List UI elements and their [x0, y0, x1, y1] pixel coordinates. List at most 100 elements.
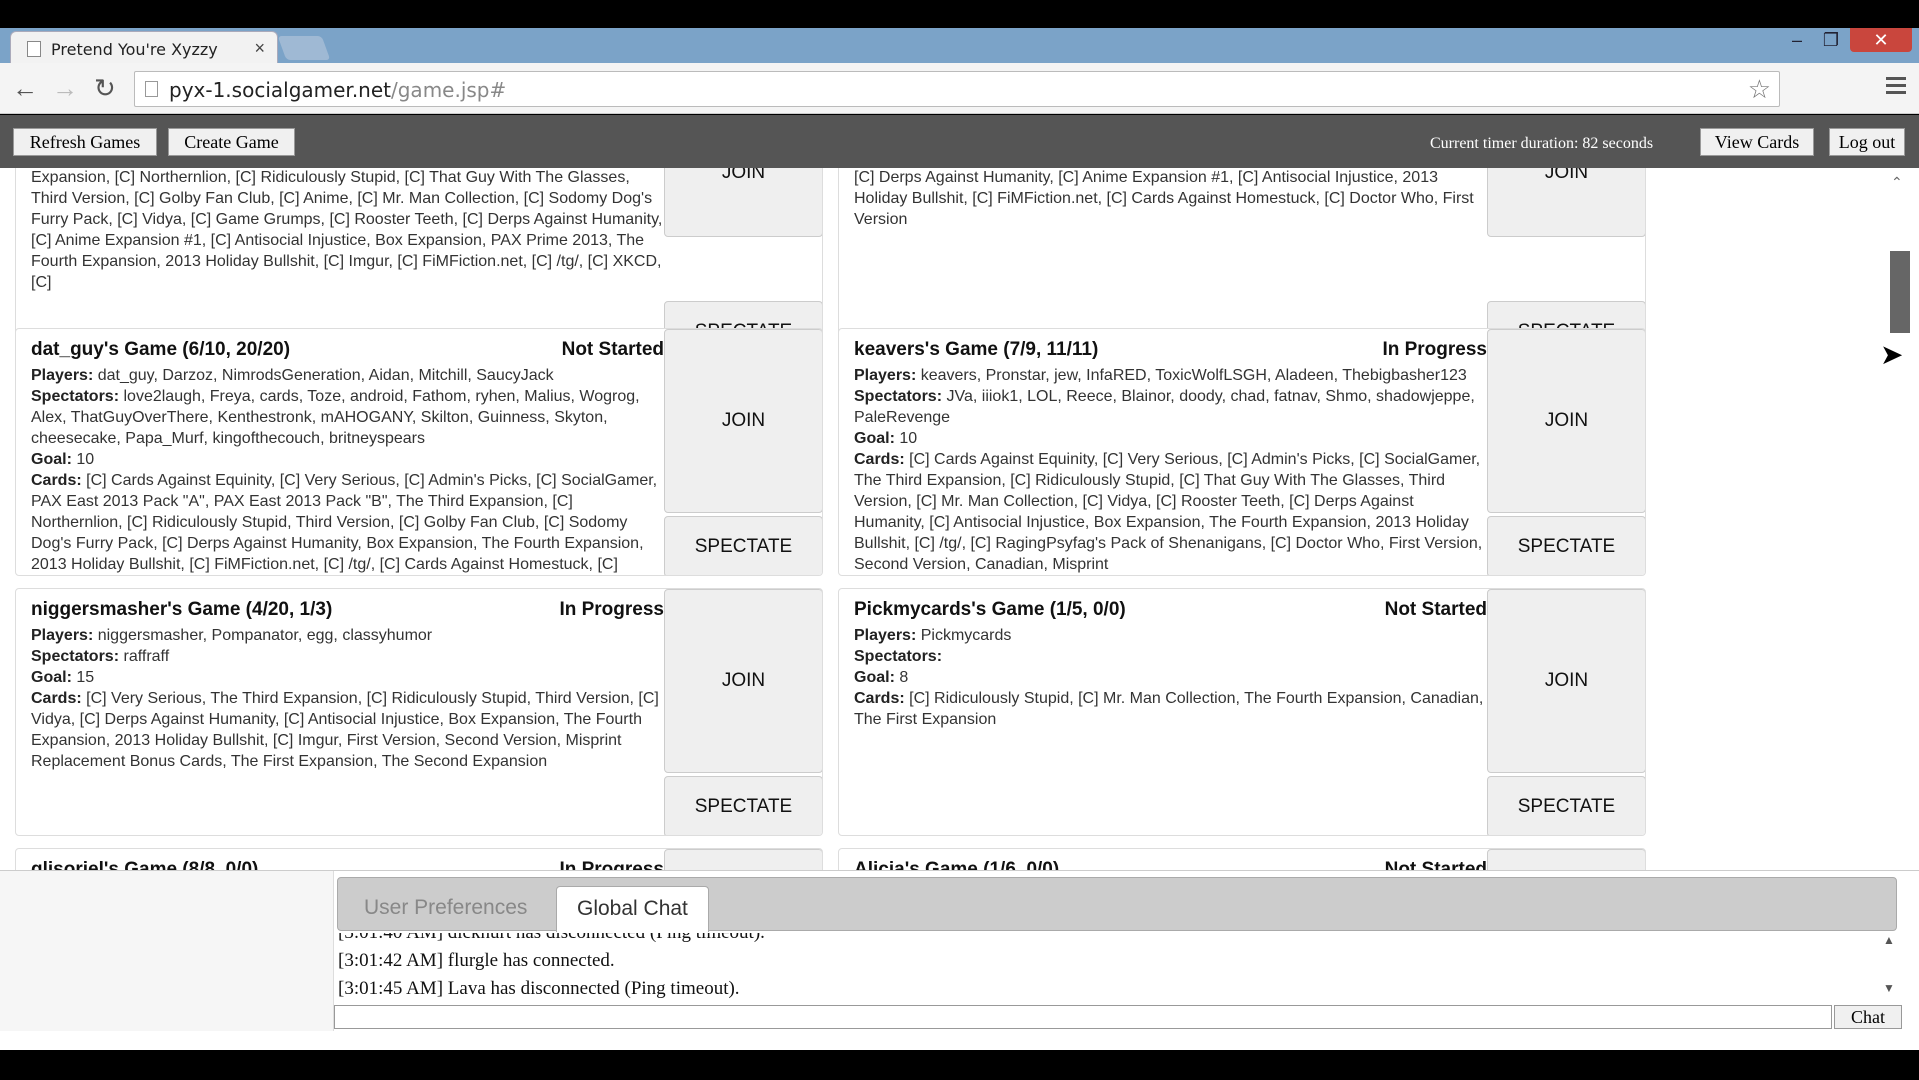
game-title: glisoriel's Game (8/8, 0/0) — [31, 859, 259, 870]
scroll-up-icon[interactable]: ▲ — [1878, 933, 1900, 947]
game-goal-row: Goal: 8 — [854, 667, 1487, 688]
join-button[interactable]: JOIN — [1487, 329, 1645, 513]
spectators-label: Spectators: — [854, 388, 943, 405]
game-goal: 10 — [899, 430, 918, 447]
game-card: glisoriel's Game (8/8, 0/0) In Progress J… — [15, 848, 823, 870]
browser-tab[interactable]: Pretend You're Xyzzy × — [10, 31, 278, 65]
game-spectators: raffraff — [123, 648, 170, 665]
game-cards: [C] Very Serious, The Third Expansion, [… — [854, 169, 1474, 228]
bookmark-star-icon[interactable]: ☆ — [1748, 74, 1771, 105]
games-scrollbar[interactable]: ⌃ — [1888, 174, 1910, 868]
spectate-button[interactable]: SPECTATE — [1487, 516, 1645, 575]
logout-button[interactable]: Log out — [1829, 128, 1905, 156]
spectators-label: Spectators: — [854, 648, 943, 665]
join-button[interactable]: JOIN — [664, 168, 822, 237]
game-title: Pickmycards's Game (1/5, 0/0) — [854, 599, 1126, 620]
chat-line: [3:01:40 AM] dickhurt has disconnected (… — [334, 933, 1902, 947]
game-spectators-row: Spectators: — [854, 646, 1487, 667]
scroll-up-icon[interactable]: ⌃ — [1891, 174, 1903, 191]
scrollbar-thumb[interactable] — [1890, 251, 1910, 333]
reload-icon[interactable]: ↻ — [94, 75, 116, 101]
players-label: Players: — [31, 627, 94, 644]
game-cards: [C] Ridiculously Stupid, [C] Mr. Man Col… — [854, 690, 1484, 728]
game-players: Pickmycards — [920, 627, 1012, 644]
tab-close-icon[interactable]: × — [254, 38, 265, 59]
game-status: Not Started — [1384, 859, 1487, 870]
players-label: Players: — [854, 627, 917, 644]
join-button[interactable]: JOIN — [1487, 589, 1645, 773]
goal-label: Goal: — [854, 669, 895, 686]
game-cards-row: Cards: [C] Ridiculously Stupid, [C] Mr. … — [854, 688, 1487, 730]
timer-duration-text: Current timer duration: 82 seconds — [1430, 135, 1654, 152]
game-status: In Progress — [559, 859, 664, 870]
players-label: Players: — [31, 367, 94, 384]
scroll-down-icon[interactable]: ▼ — [1878, 981, 1900, 995]
game-players-row: Players: Pickmycards — [854, 625, 1487, 646]
tab-global-chat[interactable]: Global Chat — [556, 886, 709, 932]
join-button[interactable]: JOIN — [664, 589, 822, 773]
game-info: niggersmasher's Game (4/20, 1/3) In Progr… — [16, 589, 664, 835]
view-cards-button[interactable]: View Cards — [1700, 128, 1814, 156]
cards-label: Cards: — [31, 690, 82, 707]
game-cards-row: Cards: [C] Very Serious, The Third Expan… — [31, 688, 664, 772]
chat-scrollbar[interactable]: ▲ ▼ — [1878, 933, 1900, 1005]
game-goal: 10 — [76, 451, 95, 468]
game-status: In Progress — [1382, 339, 1487, 360]
game-spectators-row: Spectators: raffraff — [31, 646, 664, 667]
join-button[interactable]: JOIN — [1487, 168, 1645, 237]
game-cards: [C] Very Serious, The Third Expansion, [… — [31, 690, 659, 770]
game-goal: 8 — [899, 669, 909, 686]
spectators-label: Spectators: — [31, 388, 120, 405]
join-button[interactable]: JOIN — [1487, 849, 1645, 870]
address-bar: ← → ↻ pyx-1.socialgamer.net/game.jsp# ☆ — [0, 63, 1919, 114]
bottom-panel: User Preferences Global Chat [3:01:40 AM… — [0, 870, 1919, 1050]
game-title: keavers's Game (7/9, 11/11) — [854, 339, 1099, 360]
forward-arrow-icon[interactable]: → — [52, 75, 78, 101]
back-arrow-icon[interactable]: ← — [12, 75, 38, 101]
chat-log: [3:01:40 AM] dickhurt has disconnected (… — [334, 933, 1902, 1005]
spectate-button[interactable]: SPECTATE — [1487, 776, 1645, 835]
game-info: Pickmycards's Game (1/5, 0/0) Not Started… — [839, 589, 1487, 835]
game-cards: [C] Cards Against Equinity, [C] Very Ser… — [31, 472, 658, 573]
spectators-label: Spectators: — [31, 648, 120, 665]
cards-label: Cards: — [854, 690, 905, 707]
browser-tabstrip: Pretend You're Xyzzy × — [0, 28, 1919, 65]
game-header: dat_guy's Game (6/10, 20/20) Not Started — [31, 337, 664, 363]
game-info: dat_guy's Game (6/10, 20/20) Not Started … — [16, 329, 664, 575]
window-minimize-button[interactable]: – — [1780, 28, 1814, 52]
screen: Pretend You're Xyzzy × – ❐ ✕ ← → ↻ pyx-1… — [0, 0, 1919, 1080]
spectate-button[interactable]: SPECTATE — [664, 776, 822, 835]
game-info: glisoriel's Game (8/8, 0/0) In Progress — [16, 849, 664, 870]
tab-title: Pretend You're Xyzzy — [51, 40, 218, 59]
chat-line: [3:01:42 AM] flurgle has connected. — [338, 950, 615, 971]
game-status: Not Started — [561, 339, 664, 360]
refresh-games-button[interactable]: Refresh Games — [13, 128, 157, 156]
goal-label: Goal: — [31, 669, 72, 686]
join-button[interactable]: JOIN — [664, 849, 822, 870]
url-input[interactable]: pyx-1.socialgamer.net/game.jsp# ☆ — [134, 71, 1780, 107]
players-label: Players: — [854, 367, 917, 384]
new-tab-button[interactable] — [277, 36, 331, 60]
page-icon — [145, 81, 158, 97]
browser-menu-icon[interactable] — [1886, 77, 1906, 98]
game-card: niggersmasher's Game (4/20, 1/3) In Progr… — [15, 588, 823, 836]
game-header: keavers's Game (7/9, 11/11) In Progress — [854, 337, 1487, 363]
window-maximize-button[interactable]: ❐ — [1814, 28, 1848, 52]
game-header: Alicia's Game (1/6, 0/0) Not Started — [854, 857, 1487, 870]
page-icon — [27, 41, 41, 57]
chat-input[interactable] — [334, 1005, 1832, 1029]
game-goal-row: Goal: 10 — [31, 449, 664, 470]
game-spectators: love2laugh, Freya, cards, Toze, android,… — [31, 388, 640, 447]
cards-label: Cards: — [854, 451, 905, 468]
window-close-button[interactable]: ✕ — [1850, 28, 1912, 52]
chat-send-button[interactable]: Chat — [1834, 1005, 1902, 1029]
url-text: pyx-1.socialgamer.net/game.jsp# — [169, 78, 506, 102]
game-spectators: JVa, iiiok1, LOL, Reece, Blainor, doody,… — [854, 388, 1475, 426]
game-players: keavers, Pronstar, jew, InfaRED, ToxicWo… — [920, 367, 1467, 384]
game-title: Alicia's Game (1/6, 0/0) — [854, 859, 1060, 870]
spectate-button[interactable]: SPECTATE — [664, 516, 822, 575]
create-game-button[interactable]: Create Game — [168, 128, 295, 156]
game-info: Alicia's Game (1/6, 0/0) Not Started — [839, 849, 1487, 870]
tab-user-preferences[interactable]: User Preferences — [344, 886, 547, 932]
join-button[interactable]: JOIN — [664, 329, 822, 513]
